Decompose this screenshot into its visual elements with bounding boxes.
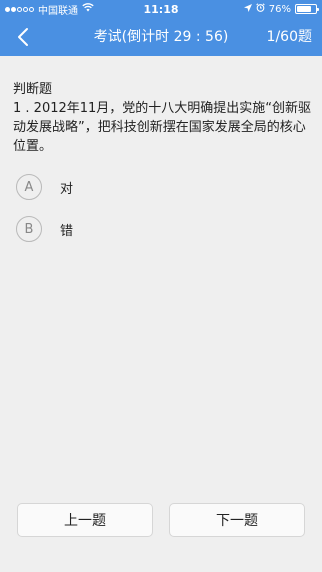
nav-bar: 考试(倒计时 29 : 56) 1/60题 bbox=[0, 18, 322, 56]
battery-icon bbox=[295, 4, 319, 14]
status-bar: 中国联通 11:18 76% bbox=[0, 0, 322, 18]
chevron-left-icon bbox=[18, 28, 28, 46]
option-label: 对 bbox=[60, 181, 74, 197]
next-question-button[interactable]: 下一题 bbox=[169, 503, 305, 537]
question-block: 判断题 1 . 2012年11月，党的十八大明确提出实施“创新驱动发展战略”，把… bbox=[13, 80, 313, 156]
previous-question-button[interactable]: 上一题 bbox=[17, 503, 153, 537]
location-arrow-icon bbox=[243, 3, 252, 15]
option-letter-circle: B bbox=[16, 216, 42, 242]
option-label: 错 bbox=[60, 223, 74, 239]
question-progress: 1/60题 bbox=[266, 29, 312, 45]
alarm-clock-icon bbox=[256, 3, 265, 15]
signal-icon bbox=[5, 6, 34, 12]
battery-percent: 76% bbox=[268, 3, 291, 15]
question-type-label: 判断题 bbox=[13, 82, 53, 97]
battery-level-fill bbox=[297, 6, 311, 12]
option-letter-circle: A bbox=[16, 174, 42, 200]
back-button[interactable] bbox=[8, 22, 38, 52]
status-left: 中国联通 bbox=[5, 2, 94, 17]
question-text: 1 . 2012年11月，党的十八大明确提出实施“创新驱动发展战略”，把科技创新… bbox=[13, 101, 312, 154]
status-right: 76% bbox=[243, 3, 319, 15]
option-a[interactable]: A 对 bbox=[16, 172, 306, 202]
wifi-icon bbox=[82, 3, 94, 15]
option-b[interactable]: B 错 bbox=[16, 214, 306, 244]
carrier-label: 中国联通 bbox=[38, 5, 78, 17]
